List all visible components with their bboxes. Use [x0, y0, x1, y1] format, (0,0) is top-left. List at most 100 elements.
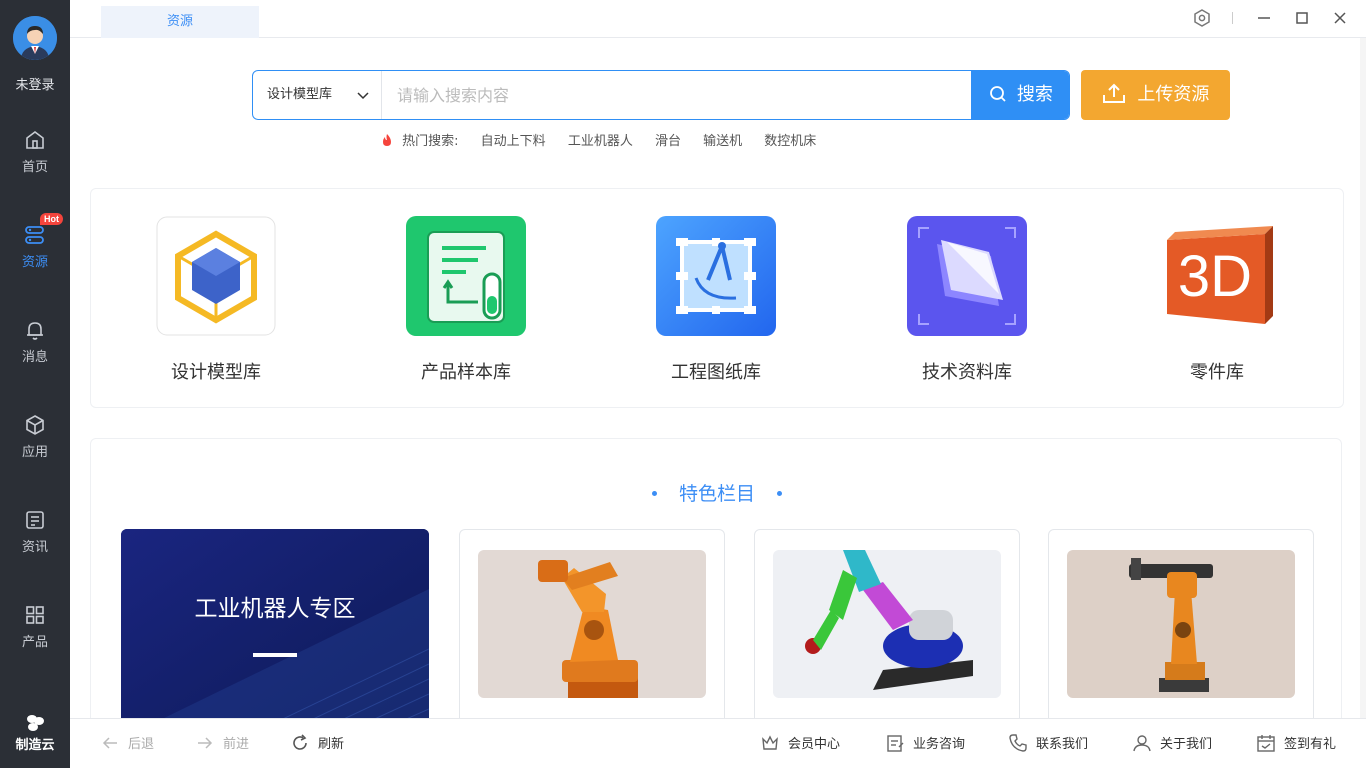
user-icon [1133, 735, 1151, 752]
search-button[interactable]: 搜索 [971, 71, 1069, 119]
bell-icon [27, 322, 43, 340]
business-consult-label: 业务咨询 [913, 737, 966, 752]
title-dot [777, 491, 782, 496]
refresh-label: 刷新 [318, 737, 345, 752]
category-parts[interactable]: 3D 零件库 [1117, 216, 1317, 396]
design-model-icon [156, 216, 276, 336]
hot-search-term[interactable]: 滑台 [655, 134, 681, 149]
fire-icon [383, 134, 391, 146]
about-us-label: 关于我们 [1160, 737, 1213, 752]
back-button[interactable]: 后退 [100, 733, 154, 755]
sidebar: 未登录 首页 Hot 资源 消息 应用 资讯 产品 制造云 [0, 0, 70, 768]
minimize-button[interactable] [1254, 8, 1274, 28]
featured-panel: 特色栏目 工业机器人专区 [90, 438, 1342, 718]
tech-docs-icon [907, 216, 1027, 336]
phone-icon [1009, 734, 1027, 752]
refresh-button[interactable]: 刷新 [290, 733, 344, 755]
nav-apps-label: 应用 [21, 445, 48, 460]
robot-image-blue [773, 550, 1001, 698]
nav-news[interactable]: 资讯 [0, 498, 70, 568]
maximize-icon [1296, 12, 1308, 24]
forward-button[interactable]: 前进 [195, 733, 249, 755]
robot-image-tall [1067, 550, 1295, 698]
home-icon [26, 131, 44, 149]
featured-card[interactable] [754, 529, 1020, 718]
featured-title: 特色栏目 [91, 479, 1343, 506]
title-dot [651, 491, 657, 496]
nav-products-label: 产品 [21, 635, 48, 650]
featured-card[interactable] [459, 529, 725, 718]
industrial-robot-icon [478, 550, 706, 698]
hot-search-term[interactable]: 数控机床 [764, 134, 816, 149]
hot-search-term[interactable]: 自动上下料 [481, 134, 546, 149]
hot-search-term[interactable]: 输送机 [703, 134, 742, 149]
nav-apps[interactable]: 应用 [0, 403, 70, 473]
tall-robot-icon [1067, 550, 1295, 698]
nav-products[interactable]: 产品 [0, 593, 70, 663]
avatar-icon [13, 16, 57, 60]
maximize-button[interactable] [1292, 8, 1312, 28]
search-icon [990, 86, 1006, 102]
featured-card[interactable] [1048, 529, 1314, 718]
settings-button[interactable] [1192, 8, 1212, 28]
nav-resource[interactable]: Hot 资源 [0, 213, 70, 283]
robot-image-orange [478, 550, 706, 698]
cube-icon [26, 415, 44, 435]
forward-label: 前进 [223, 737, 250, 752]
close-button[interactable] [1330, 8, 1350, 28]
search-category-value: 设计模型库 [267, 87, 333, 102]
category-panel: 设计模型库 产品样本库 工程图纸库 技术资料库 3D 零件库 [90, 188, 1344, 408]
resource-icon [25, 226, 44, 244]
calendar-check-icon [1257, 735, 1275, 752]
nav-messages-label: 消息 [21, 350, 48, 365]
banner-background [121, 529, 429, 718]
nav-news-label: 资讯 [21, 540, 48, 555]
engineering-drawing-icon [656, 216, 776, 336]
brand: 制造云 [0, 712, 70, 753]
banner-title: 工业机器人专区 [194, 596, 356, 622]
search-category-select[interactable]: 设计模型库 [253, 71, 382, 119]
nav-home[interactable]: 首页 [0, 118, 70, 188]
chevron-down-icon [357, 92, 369, 100]
crown-icon [762, 735, 778, 750]
hot-search-term[interactable]: 工业机器人 [568, 134, 633, 149]
bottom-bar: 后退 前进 刷新 会员中心 业务咨询 联系我们 关于我们 签到有礼 [70, 718, 1366, 768]
category-label: 工程图纸库 [671, 362, 761, 383]
nav-messages[interactable]: 消息 [0, 308, 70, 378]
featured-title-text: 特色栏目 [678, 483, 755, 505]
back-label: 后退 [128, 737, 155, 752]
tab-resource[interactable]: 资源 [101, 6, 259, 38]
member-center-button[interactable]: 会员中心 [760, 733, 840, 755]
content-scrollbar[interactable] [1360, 38, 1366, 718]
user-avatar[interactable] [13, 16, 57, 60]
hot-search-title: 热门搜索: [402, 134, 459, 149]
minimize-icon [1258, 17, 1270, 19]
login-status[interactable]: 未登录 [0, 74, 70, 93]
category-product-sample[interactable]: 产品样本库 [366, 216, 566, 396]
contact-us-button[interactable]: 联系我们 [1008, 733, 1088, 755]
parts-3d-icon: 3D [1167, 226, 1273, 324]
grid-icon [26, 606, 44, 624]
business-consult-button[interactable]: 业务咨询 [885, 733, 965, 755]
contact-us-label: 联系我们 [1036, 737, 1089, 752]
robot-arm-model-icon [773, 550, 1001, 698]
arrow-right-icon [198, 737, 213, 749]
about-us-button[interactable]: 关于我们 [1132, 733, 1212, 755]
main-content: 设计模型库 搜索 上传资源 热门搜索: 自动上下料 工业机器人 滑台 输送机 数… [70, 38, 1360, 718]
category-tech-docs[interactable]: 技术资料库 [867, 216, 1067, 396]
title-bar: 资源 [70, 0, 1366, 38]
nav-home-label: 首页 [21, 160, 48, 175]
search-input[interactable] [383, 71, 971, 119]
upload-resource-button[interactable]: 上传资源 [1081, 70, 1230, 120]
checkin-label: 签到有礼 [1284, 737, 1337, 752]
edit-note-icon [887, 735, 904, 752]
category-label: 技术资料库 [922, 362, 1012, 383]
hot-badge: Hot [40, 213, 63, 225]
category-design-model[interactable]: 设计模型库 [116, 216, 316, 396]
product-sample-icon [406, 216, 526, 336]
category-engineering-drawing[interactable]: 工程图纸库 [616, 216, 816, 396]
svg-text:3D: 3D [1178, 244, 1252, 309]
checkin-button[interactable]: 签到有礼 [1256, 733, 1336, 755]
title-bar-separator [1232, 12, 1233, 24]
featured-banner-robot-zone[interactable]: 工业机器人专区 [121, 529, 429, 718]
